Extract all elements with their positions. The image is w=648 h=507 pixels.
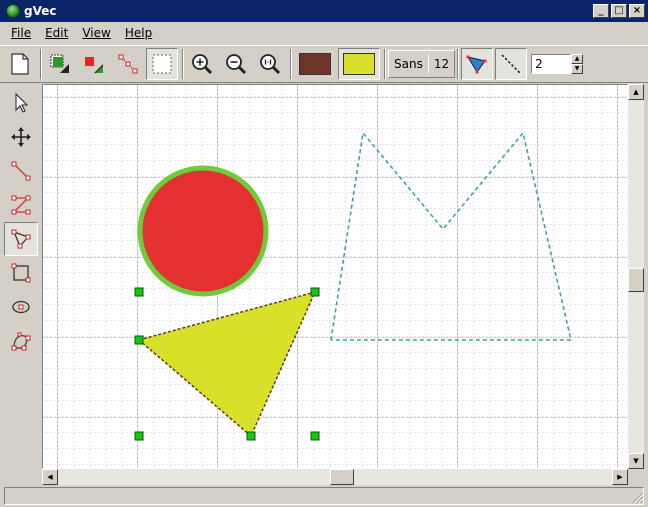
edit-points-icon: [118, 54, 138, 74]
selection-box-toggle[interactable]: [146, 48, 178, 80]
selection-handle[interactable]: [246, 431, 256, 441]
selection-handle[interactable]: [134, 431, 144, 441]
polygon-icon: [11, 229, 31, 249]
edit-points-button[interactable]: [112, 48, 144, 80]
vertical-scroll-thumb[interactable]: [628, 268, 644, 292]
tool-palette: [4, 86, 40, 356]
bezier-curve-icon: [11, 332, 31, 351]
horizontal-scroll-thumb[interactable]: [330, 469, 354, 485]
stroke-color-button[interactable]: [294, 48, 336, 80]
vertical-scrollbar[interactable]: ▲ ▼: [628, 84, 644, 469]
line-icon: [11, 161, 31, 181]
polyline-icon: [11, 195, 31, 215]
scroll-left-arrow-icon[interactable]: ◀: [42, 469, 58, 485]
menu-file[interactable]: File: [4, 26, 38, 40]
menu-help-label: Help: [124, 26, 153, 40]
scroll-up-arrow-icon[interactable]: ▲: [628, 84, 644, 100]
menu-view-label: View: [82, 26, 111, 40]
toolbar-separator: [290, 49, 292, 79]
bezier-tool[interactable]: [4, 324, 38, 358]
title-bar: gVec _ □ ×: [0, 0, 648, 22]
line-width-spinner[interactable]: 2 ▲ ▼: [531, 54, 584, 74]
font-size: 12: [433, 57, 450, 71]
new-document-button[interactable]: [4, 48, 36, 80]
raise-to-top-icon: [50, 54, 69, 73]
dashed-line-toggle[interactable]: [495, 48, 528, 80]
rectangle-tool[interactable]: [4, 256, 38, 290]
major-grid: [43, 85, 627, 468]
selection-handle[interactable]: [310, 287, 320, 297]
circle-shape[interactable]: [137, 165, 269, 297]
move-arrows-icon: [11, 127, 31, 147]
window-title: gVec: [24, 4, 57, 18]
menu-help[interactable]: Help: [118, 26, 159, 40]
menu-view[interactable]: View: [75, 26, 117, 40]
horizontal-scrollbar[interactable]: ◀ ▶: [42, 469, 628, 485]
filled-polygon-icon: [466, 55, 487, 74]
select-tool[interactable]: [4, 86, 38, 120]
toolbar-separator: [40, 49, 42, 79]
status-bar: [4, 487, 644, 505]
move-tool[interactable]: [4, 120, 38, 154]
menu-edit[interactable]: Edit: [38, 26, 75, 40]
toolbar-separator: [384, 49, 386, 79]
menu-edit-label: Edit: [45, 26, 69, 40]
canvas-drawing-surface[interactable]: [43, 85, 627, 468]
zoom-fit-button[interactable]: [254, 48, 286, 80]
close-button[interactable]: ×: [629, 4, 645, 18]
spin-up-arrow-icon[interactable]: ▲: [571, 54, 584, 64]
line-tool[interactable]: [4, 154, 38, 188]
new-document-icon: [11, 53, 29, 75]
drawing-canvas[interactable]: [42, 84, 628, 469]
selection-handle[interactable]: [310, 431, 320, 441]
zoom-in-icon: [192, 54, 213, 75]
zoom-fit-icon: [260, 54, 281, 75]
selection-handle[interactable]: [134, 335, 144, 345]
font-divider: [427, 55, 429, 73]
toolbar: Sans 12 2 ▲ ▼: [0, 45, 648, 83]
scroll-down-arrow-icon[interactable]: ▼: [628, 453, 644, 469]
dashed-line-icon: [501, 54, 521, 74]
ellipse-icon: [12, 300, 30, 314]
fill-shape-toggle[interactable]: [461, 48, 494, 80]
ellipse-tool[interactable]: [4, 290, 38, 324]
font-selector[interactable]: Sans 12: [388, 50, 456, 78]
zoom-out-button[interactable]: [220, 48, 252, 80]
toolbar-separator: [182, 49, 184, 79]
selection-handle[interactable]: [134, 287, 144, 297]
zoom-out-icon: [226, 54, 247, 75]
menu-bar: File Edit View Help: [0, 22, 648, 44]
maximize-button[interactable]: □: [611, 4, 627, 18]
font-name: Sans: [394, 57, 423, 71]
fill-color-swatch: [343, 53, 375, 75]
spin-down-arrow-icon[interactable]: ▼: [571, 64, 584, 74]
fill-color-button[interactable]: [338, 48, 380, 80]
minimize-button[interactable]: _: [593, 4, 609, 18]
toolbar-separator: [457, 49, 460, 79]
pointer-arrow-icon: [15, 92, 29, 113]
line-width-input[interactable]: 2: [531, 54, 572, 74]
app-logo-icon: [6, 4, 20, 18]
lower-to-bottom-button[interactable]: [78, 48, 110, 80]
resize-grip-icon[interactable]: [630, 490, 644, 504]
rectangle-icon: [11, 263, 31, 283]
polygon-tool[interactable]: [4, 222, 38, 256]
stroke-color-swatch: [299, 53, 331, 75]
lower-to-bottom-icon: [85, 57, 104, 74]
zoom-in-button[interactable]: [186, 48, 218, 80]
selection-box-icon: [152, 54, 172, 74]
raise-to-top-button[interactable]: [44, 48, 76, 80]
menu-file-label: File: [11, 26, 32, 40]
polyline-tool[interactable]: [4, 188, 38, 222]
scroll-right-arrow-icon[interactable]: ▶: [612, 469, 628, 485]
